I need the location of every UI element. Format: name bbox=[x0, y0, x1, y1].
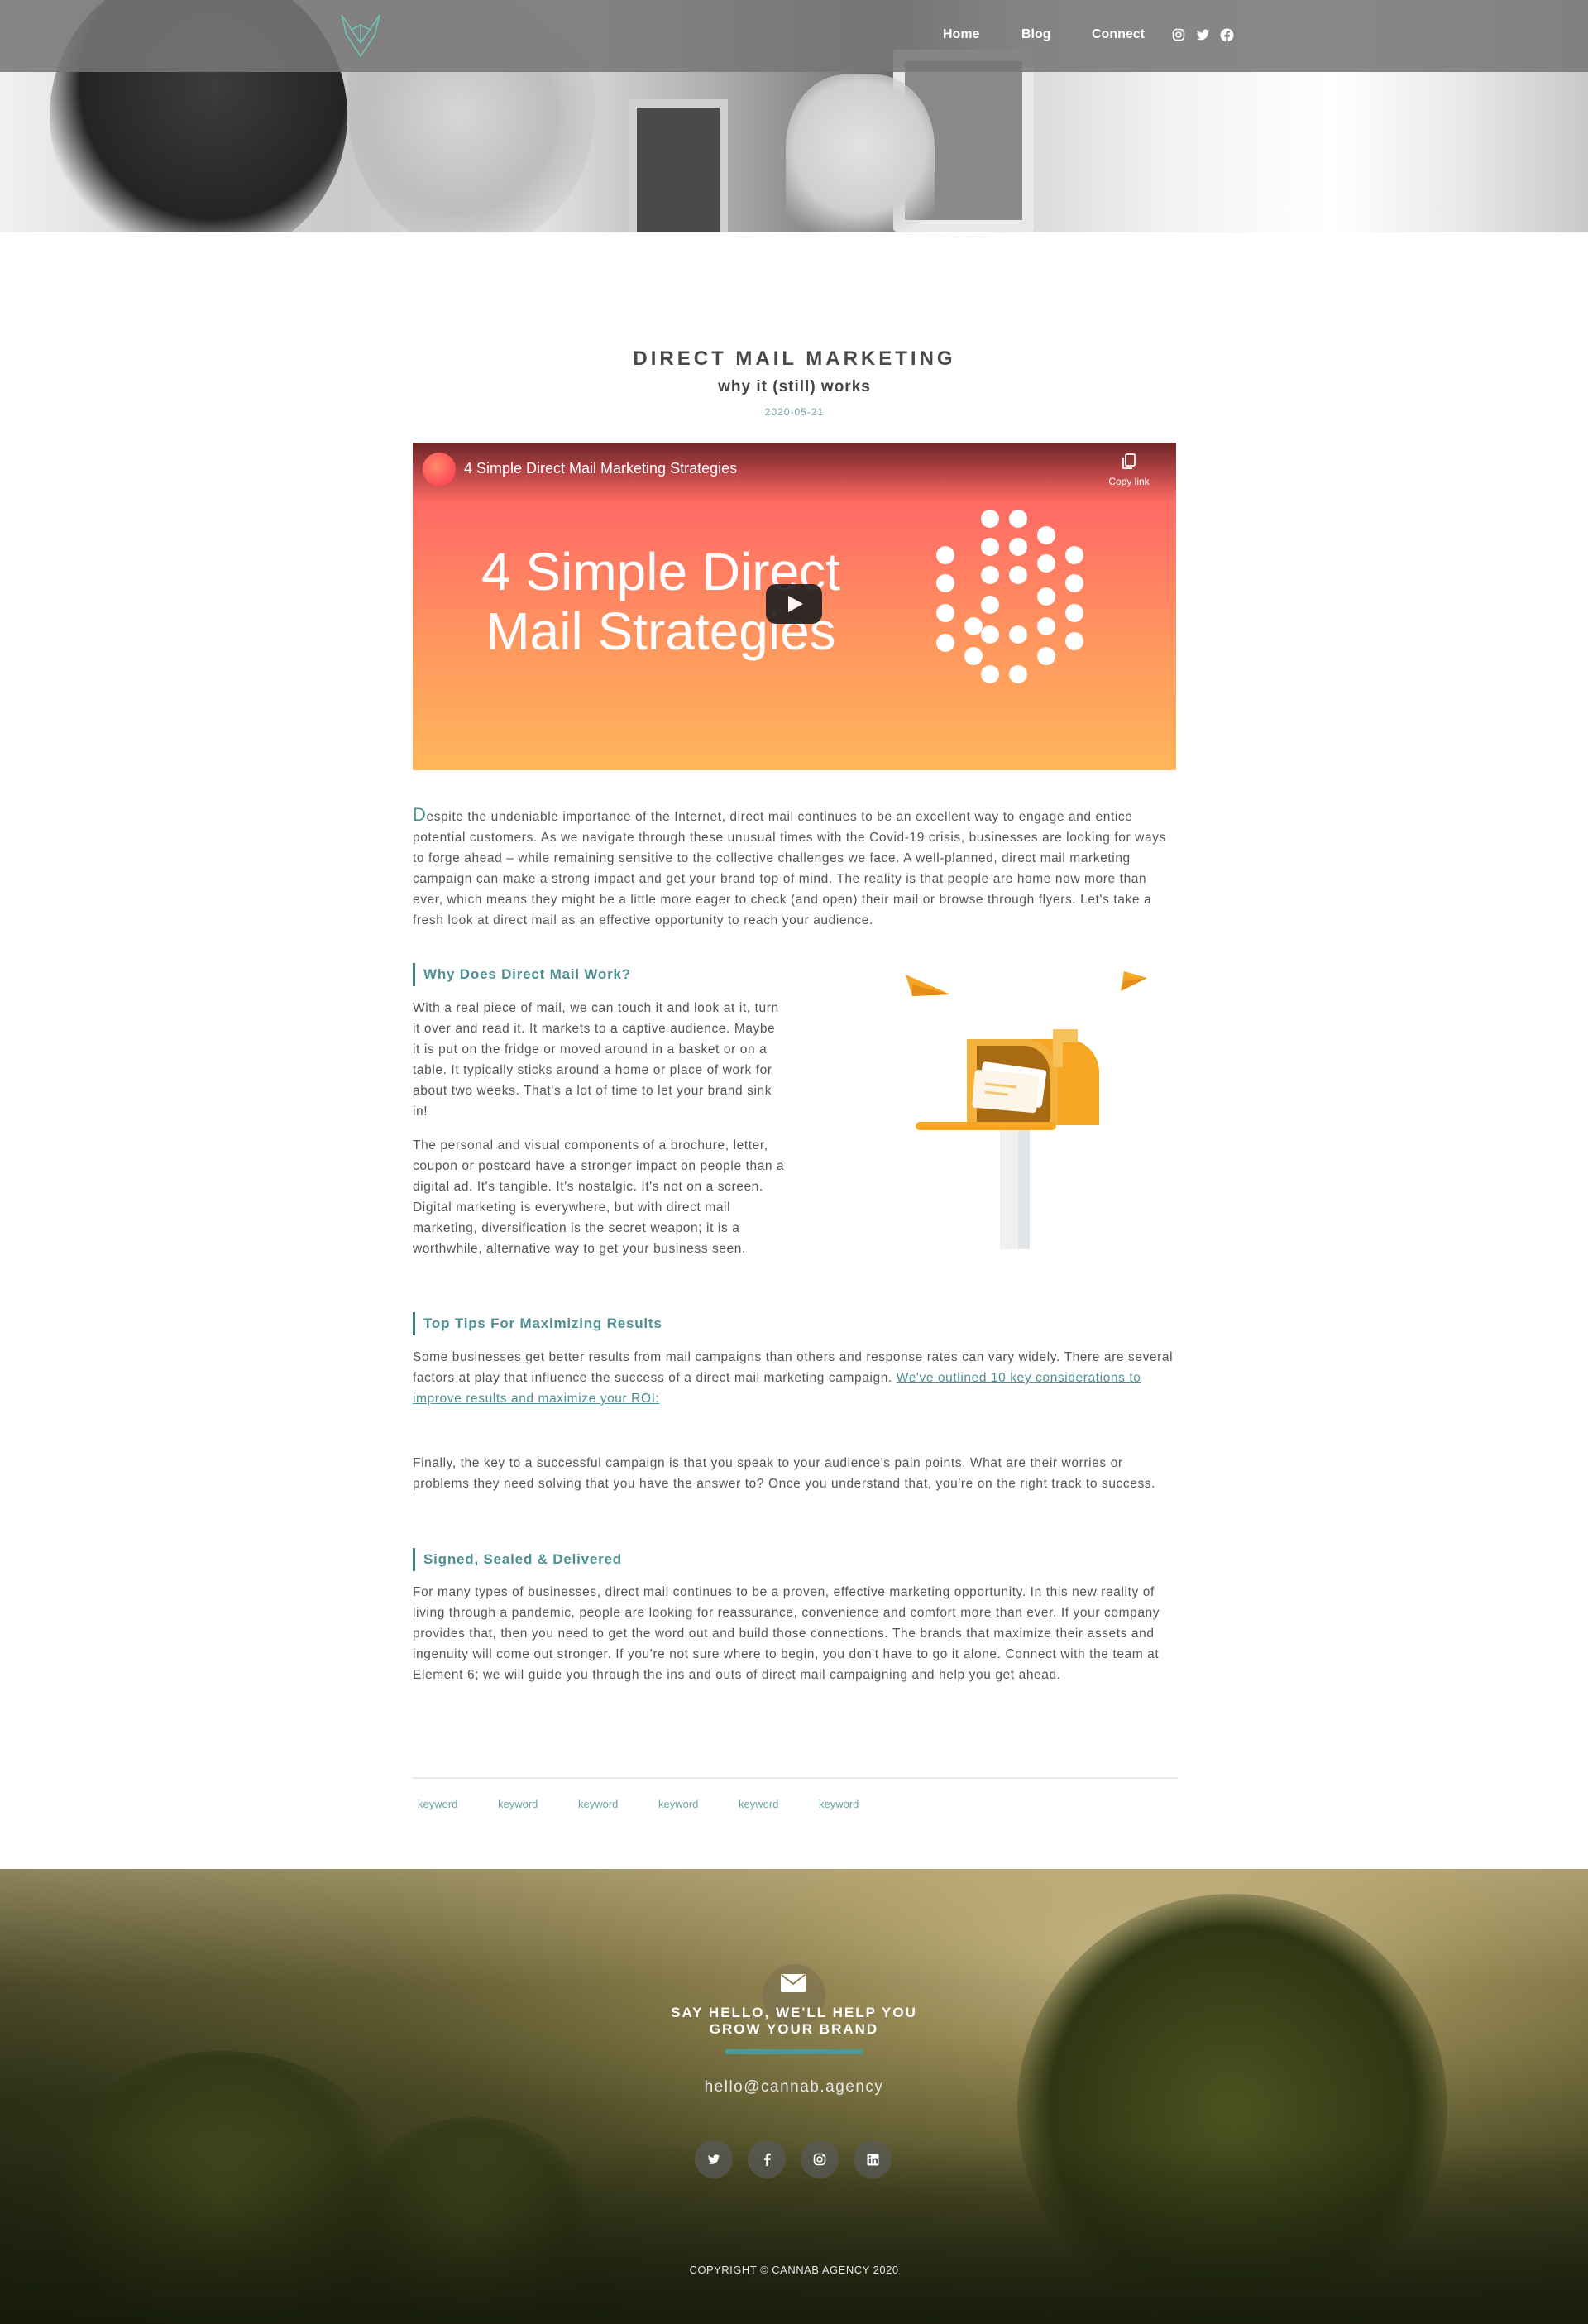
keyword-tag[interactable]: keyword bbox=[739, 1798, 819, 1810]
fox-logo-icon[interactable] bbox=[335, 10, 386, 61]
keyword-tag[interactable]: keyword bbox=[578, 1798, 658, 1810]
linkedin-icon[interactable] bbox=[854, 2140, 892, 2178]
why-paragraph-2: The personal and visual components of a … bbox=[413, 1138, 785, 1256]
keyword-tag[interactable]: keyword bbox=[498, 1798, 578, 1810]
intro-dropcap: D bbox=[413, 804, 427, 825]
section-heading-why: Why Does Direct Mail Work? bbox=[413, 963, 631, 986]
video-embed[interactable]: 4 Simple Direct Mail Marketing Strategie… bbox=[413, 443, 1176, 770]
keyword-tag[interactable]: keyword bbox=[418, 1798, 498, 1810]
signed-paragraph: For many types of businesses, direct mai… bbox=[413, 1585, 1160, 1682]
mailbox-illustration bbox=[906, 971, 1147, 1249]
facebook-icon[interactable] bbox=[748, 2140, 786, 2178]
dots-graphic bbox=[936, 510, 1083, 683]
post-subtitle: why it (still) works bbox=[718, 378, 871, 395]
copyright-text: COPYRIGHT © CANNAB AGENCY 2020 bbox=[689, 2264, 899, 2276]
section-heading-tips: Top Tips For Maximizing Results bbox=[413, 1312, 662, 1335]
copy-link-label: Copy link bbox=[1108, 476, 1150, 487]
instagram-icon[interactable] bbox=[1171, 27, 1186, 42]
divider bbox=[413, 1777, 1178, 1779]
intro-paragraph: Despite the undeniable importance of the… bbox=[413, 804, 1166, 927]
top-navbar: Home Blog Connect bbox=[0, 0, 1588, 72]
tips-paragraph-2: Finally, the key to a successful campaig… bbox=[413, 1456, 1156, 1491]
instagram-icon[interactable] bbox=[801, 2140, 839, 2178]
why-paragraph-1: With a real piece of mail, we can touch … bbox=[413, 1001, 779, 1119]
keyword-tag[interactable]: keyword bbox=[819, 1798, 899, 1810]
keyword-tag[interactable]: keyword bbox=[658, 1798, 739, 1810]
post-date: 2020-05-21 bbox=[764, 406, 825, 418]
keyword-tags: keyword keyword keyword keyword keyword … bbox=[418, 1798, 899, 1810]
footer-heading: SAY HELLO, WE'LL HELP YOU GROW YOUR BRAN… bbox=[671, 2005, 917, 2037]
nav-blog-link[interactable]: Blog bbox=[1021, 27, 1051, 42]
footer-email-link[interactable]: hello@cannab.agency bbox=[629, 2078, 959, 2096]
channel-avatar[interactable] bbox=[423, 453, 456, 486]
post-title: DIRECT MAIL MARKETING bbox=[633, 347, 956, 370]
nav-home-link[interactable]: Home bbox=[943, 27, 979, 42]
tips-paragraph-1: Some businesses get better results from … bbox=[413, 1350, 1174, 1406]
footer-social-links bbox=[695, 2140, 892, 2178]
facebook-icon[interactable] bbox=[1219, 27, 1234, 42]
footer-accent-bar bbox=[725, 2049, 863, 2054]
twitter-icon[interactable] bbox=[1195, 27, 1210, 42]
nav-connect-link[interactable]: Connect bbox=[1092, 27, 1145, 42]
copy-link-button[interactable]: Copy link bbox=[1100, 453, 1158, 488]
footer bbox=[0, 1869, 1588, 2324]
nav-social-links bbox=[1171, 27, 1234, 42]
copy-icon bbox=[1122, 453, 1136, 469]
section-heading-signed: Signed, Sealed & Delivered bbox=[413, 1548, 622, 1571]
twitter-icon[interactable] bbox=[695, 2140, 733, 2178]
video-title[interactable]: 4 Simple Direct Mail Marketing Strategie… bbox=[464, 460, 737, 477]
envelope-icon bbox=[781, 1974, 806, 1992]
play-button[interactable] bbox=[766, 584, 822, 624]
